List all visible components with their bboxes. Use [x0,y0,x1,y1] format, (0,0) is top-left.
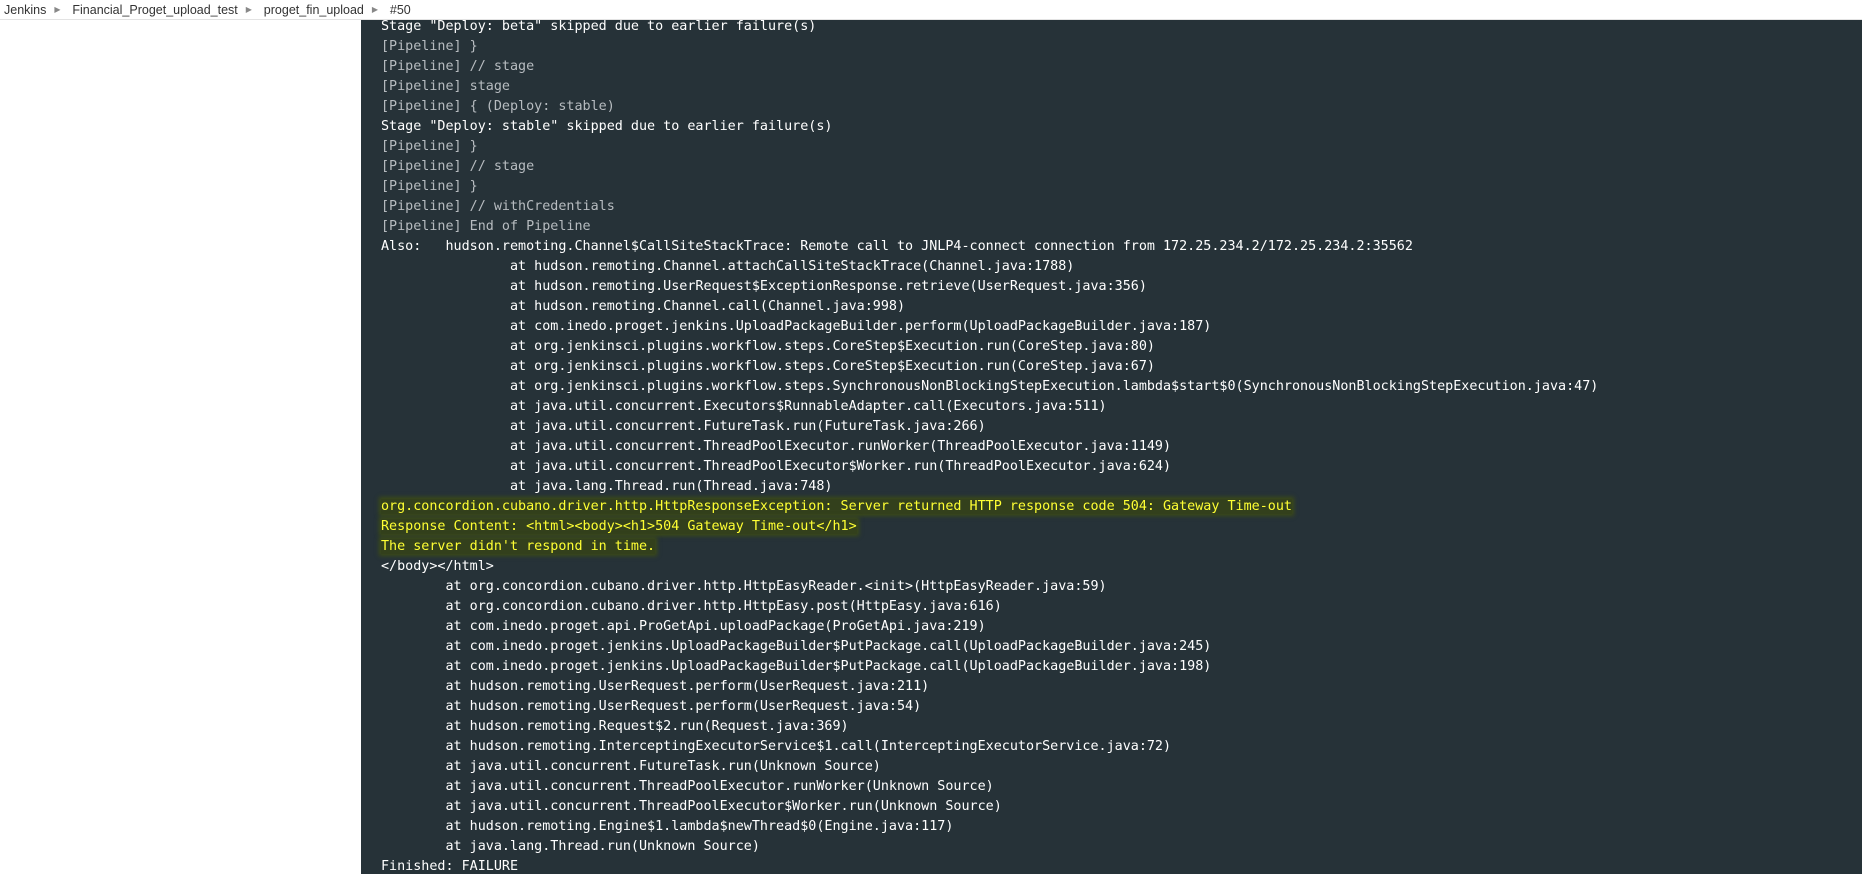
chevron-right-icon: ▶ [54,5,61,14]
console-line: at java.util.concurrent.ThreadPoolExecut… [381,439,1172,454]
console-line: at com.inedo.proget.jenkins.UploadPackag… [381,319,1212,334]
console-line: at hudson.remoting.Request$2.run(Request… [381,719,849,734]
console-line: at java.util.concurrent.ThreadPoolExecut… [381,459,1172,474]
console-line: at java.lang.Thread.run(Thread.java:748) [381,479,833,494]
console-line: [Pipeline] { (Deploy: stable) [381,99,615,114]
console-line: Stage "Deploy: beta" skipped due to earl… [381,19,817,34]
console-line: at org.concordion.cubano.driver.http.Htt… [381,599,1002,614]
console-line: [Pipeline] End of Pipeline [381,219,591,234]
console-line: [Pipeline] } [381,179,478,194]
console-line: [Pipeline] } [381,39,478,54]
console-line-text: The server didn't respond in time. [381,539,656,554]
console-line: at org.jenkinsci.plugins.workflow.steps.… [381,379,1599,394]
console-line: at hudson.remoting.UserRequest$Exception… [381,279,1147,294]
console-line: at org.jenkinsci.plugins.workflow.steps.… [381,339,1155,354]
console-line: at java.util.concurrent.ThreadPoolExecut… [381,799,1002,814]
breadcrumb-item-job-folder[interactable]: Financial_Proget_upload_test [68,3,237,17]
console-line: at hudson.remoting.Channel.attachCallSit… [381,259,1075,274]
console-line: [Pipeline] } [381,139,478,154]
console-line: at java.util.concurrent.Executors$Runnab… [381,399,1107,414]
console-line-highlighted: org.concordion.cubano.driver.http.HttpRe… [381,497,1598,517]
console-line: at com.inedo.proget.jenkins.UploadPackag… [381,639,1212,654]
console-line-text: org.concordion.cubano.driver.http.HttpRe… [381,499,1292,514]
chevron-right-icon: ▶ [245,5,252,14]
console-line: Also: hudson.remoting.Channel$CallSiteSt… [381,239,1413,254]
chevron-right-icon: ▶ [371,5,378,14]
console-line: at org.concordion.cubano.driver.http.Htt… [381,579,1107,594]
console-line: at java.util.concurrent.FutureTask.run(F… [381,419,986,434]
breadcrumb-item-job[interactable]: proget_fin_upload [260,3,364,17]
console-line: </body></html> [381,559,494,574]
breadcrumb: Jenkins ▶ Financial_Proget_upload_test ▶… [0,0,1862,20]
breadcrumb-item-build[interactable]: #50 [386,3,411,17]
console-line: at java.util.concurrent.FutureTask.run(U… [381,759,881,774]
console-line: Stage "Deploy: stable" skipped due to ea… [381,119,833,134]
console-line: at hudson.remoting.UserRequest.perform(U… [381,699,922,714]
console-line: at hudson.remoting.Engine$1.lambda$newTh… [381,819,954,834]
console-line: at java.lang.Thread.run(Unknown Source) [381,839,760,854]
console-line: at org.jenkinsci.plugins.workflow.steps.… [381,359,1155,374]
console-line: [Pipeline] // stage [381,159,535,174]
console-log: Stage "Deploy: beta" skipped due to earl… [381,17,1598,874]
console-line: [Pipeline] stage [381,79,510,94]
console-line: [Pipeline] // withCredentials [381,199,615,214]
console-line: Finished: FAILURE [381,859,519,874]
console-line-highlighted: The server didn't respond in time. [381,537,1598,557]
console-line: at hudson.remoting.UserRequest.perform(U… [381,679,930,694]
console-line: [Pipeline] // stage [381,59,535,74]
console-line-text: Response Content: <html><body><h1>504 Ga… [381,519,857,534]
console-output: Stage "Deploy: beta" skipped due to earl… [361,17,1862,874]
side-panel [0,20,361,874]
console-line: at hudson.remoting.Channel.call(Channel.… [381,299,906,314]
console-line: at com.inedo.proget.api.ProGetApi.upload… [381,619,986,634]
breadcrumb-item-jenkins[interactable]: Jenkins [0,3,46,17]
console-line: at com.inedo.proget.jenkins.UploadPackag… [381,659,1212,674]
console-line: at hudson.remoting.InterceptingExecutorS… [381,739,1172,754]
console-line: at java.util.concurrent.ThreadPoolExecut… [381,779,994,794]
console-line-highlighted: Response Content: <html><body><h1>504 Ga… [381,517,1598,537]
